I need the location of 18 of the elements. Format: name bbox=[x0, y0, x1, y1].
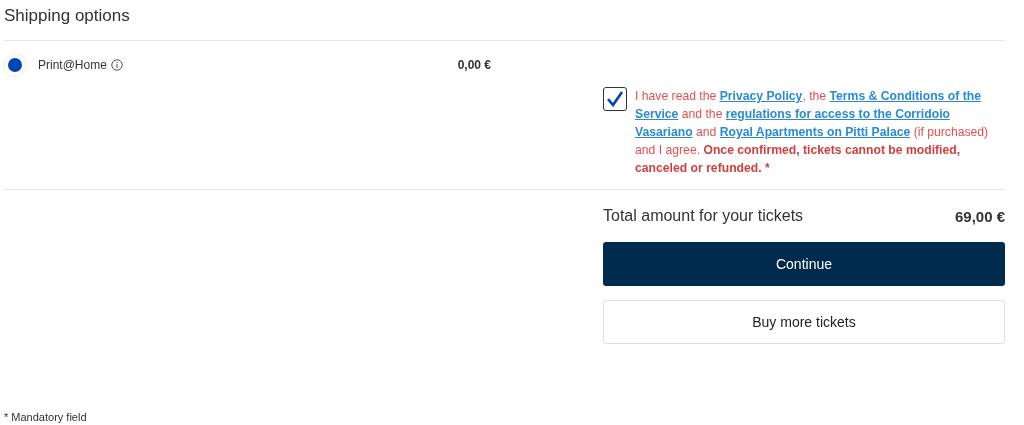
agreement-text: I have read the Privacy Policy, the Terms & Conditions of the Service and the regulations for access to the Corridoio Vasariano and Royal Apartments on Pitti Palace (if purchased) and I agree. Once confirmed, tickets cannot be modified, canceled or refunded. * bbox=[635, 88, 990, 177]
info-icon[interactable] bbox=[110, 59, 123, 71]
footnote: * Mandatory field bbox=[4, 411, 87, 423]
policy-link[interactable]: regulations for access to the Corridoio bbox=[725, 107, 950, 121]
policy-link[interactable]: Terms & Conditions of the bbox=[829, 89, 981, 103]
continue-button[interactable]: Continue bbox=[603, 242, 1005, 286]
total-label: Total amount for your tickets bbox=[603, 207, 804, 225]
total-amount: 69,00 € bbox=[954, 207, 1005, 225]
option-label: Print@Home bbox=[38, 58, 107, 72]
policy-link[interactable]: Service bbox=[635, 107, 679, 121]
policy-link[interactable]: Vasariano bbox=[635, 125, 693, 139]
buy-more-button[interactable]: Buy more tickets bbox=[603, 300, 1005, 344]
radio-button[interactable] bbox=[4, 54, 26, 76]
agreement-checkbox[interactable] bbox=[603, 87, 627, 111]
section-title: Shipping options bbox=[3, 5, 131, 27]
policy-link[interactable]: Privacy Policy bbox=[719, 89, 803, 103]
option-price: 0,00 € bbox=[457, 58, 491, 72]
policy-link[interactable]: Royal Apartments on Pitti Palace bbox=[719, 125, 911, 139]
